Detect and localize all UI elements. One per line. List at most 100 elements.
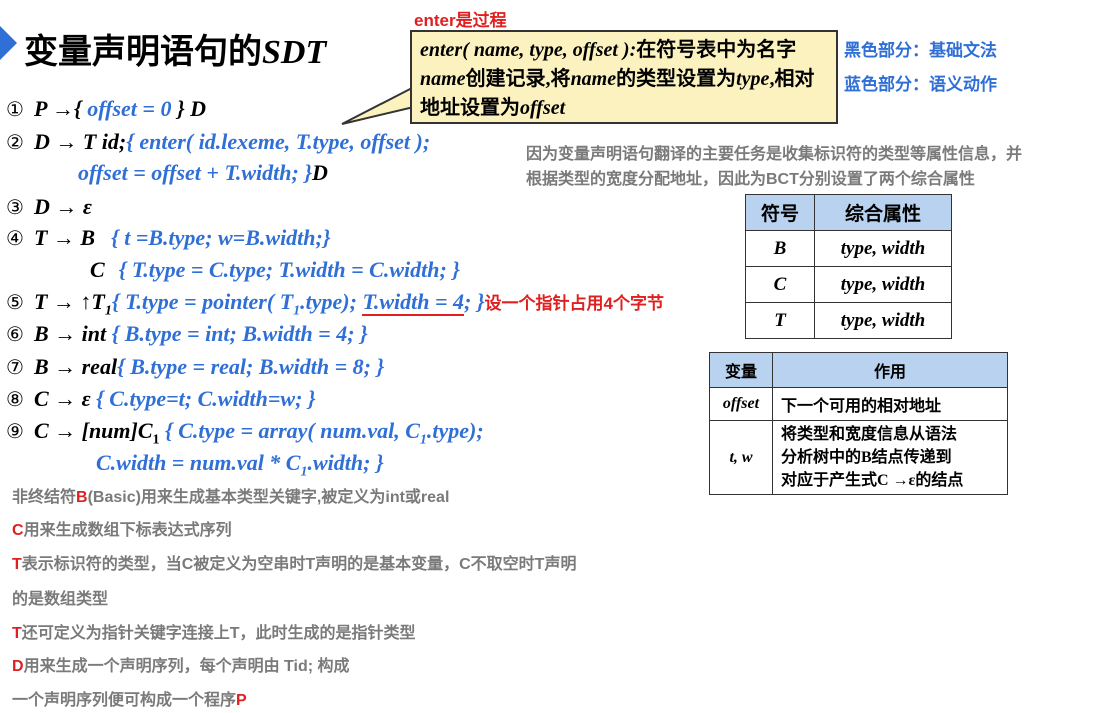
table-row: t, w 将类型和宽度信息从语法 分析树中的B结点传递到 对应于产生式C →ε的…: [709, 420, 1008, 495]
rule-action: offset = offset + T.width; }: [78, 160, 312, 185]
legend-black: 黑色部分：基础文法: [844, 41, 997, 60]
rule-action: offset = 0: [87, 96, 172, 121]
rule-action: .width; }: [307, 450, 384, 475]
table-cell: type, width: [814, 302, 952, 339]
callout-signature: enter( name, type, offset ):: [420, 39, 637, 61]
rule-grammar: C → [num]C: [33, 418, 153, 443]
rule-2-cont: offset = offset + T.width; }D: [78, 158, 328, 188]
table-header: 综合属性: [814, 194, 952, 231]
rule-action: C.width = num.val * C: [96, 450, 301, 475]
rule-grammar: C → ε: [33, 386, 97, 411]
explain-text: 表示标识符的类型，当C被定义为空串时T声明的是基本变量，C不取空时T声明: [21, 556, 577, 573]
explain-t: T表示标识符的类型，当C被定义为空串时T声明的是基本变量，C不取空时T声明: [12, 550, 576, 574]
rule-action: { t =B.type; w=B.width;}: [111, 225, 331, 250]
explain-symbol: T: [12, 625, 22, 642]
rule-action: .type);: [300, 289, 363, 314]
explain-line-1: 因为变量声明语句翻译的主要任务是收集标识符的类型等属性信息，并: [526, 146, 1023, 163]
cell-line: 将类型和宽度信息从语法: [781, 426, 958, 443]
rule-6: ⑥ B → int { B.type = int; B.width = 4; }: [6, 319, 368, 349]
rule-number: ⑨: [6, 419, 24, 443]
rule-grammar: D: [312, 160, 328, 185]
rule-4-cont: C { T.type = C.type; T.width = C.width; }: [90, 255, 460, 285]
rule-7: ⑦ B → real{ B.type = real; B.width = 8; }: [6, 352, 384, 382]
table-cell: T: [745, 302, 815, 339]
explain-symbol: D: [12, 658, 24, 675]
rule-number: ①: [6, 97, 24, 121]
rule-subscript: 1: [104, 303, 112, 319]
callout-text: 在符号表中为名字: [636, 39, 797, 61]
rule-number: ⑧: [6, 387, 24, 411]
rule-action: { enter( id.lexeme, T.type, offset );: [126, 129, 431, 154]
callout-text: 创建记录,将: [465, 68, 571, 90]
table-header: 变量: [709, 352, 773, 388]
table-cell: type, width: [814, 266, 952, 303]
variable-table: 变量 作用 offset 下一个可用的相对地址 t, w 将类型和宽度信息从语法…: [709, 352, 1008, 495]
explain-symbol: P: [236, 692, 247, 709]
callout-text: 的类型设置为: [616, 68, 737, 90]
attribute-table: 符号 综合属性 B type, width C type, width T ty…: [745, 194, 952, 339]
table-cell: t, w: [709, 420, 773, 495]
rule-4: ④ T → B { t =B.type; w=B.width;}: [6, 223, 331, 253]
explain-t-pointer: T还可定义为指针关键字连接上T，此时生成的是指针类型: [12, 619, 416, 643]
rule-number: ②: [6, 130, 24, 154]
title-text: 变量声明语句的: [24, 33, 262, 71]
rule-grammar: T → B: [33, 225, 96, 250]
rule-action: ; }: [464, 289, 485, 314]
legend-blue: 蓝色部分：语义动作: [844, 75, 997, 94]
table-cell: type, width: [814, 230, 952, 267]
explain-b: 非终结符B(Basic)用来生成基本类型关键字,被定义为int或real: [12, 483, 449, 507]
rule-3: ③ D → ε: [6, 192, 92, 222]
explain-c: C用来生成数组下标表达式序列: [12, 516, 232, 540]
rule-subscript: 1: [152, 432, 160, 448]
explain-symbol: C: [12, 522, 24, 539]
rule-2: ② D → T id;{ enter( id.lexeme, T.type, of…: [6, 127, 430, 157]
rule-subscript: 1: [419, 432, 427, 448]
explain-text: 用来生成一个声明序列，每个声明由 Tid; 构成: [23, 658, 350, 675]
explain-d: D用来生成一个声明序列，每个声明由 Tid; 构成: [12, 652, 350, 676]
rule-number: ⑤: [6, 290, 24, 314]
callout-offset: offset: [520, 97, 566, 119]
callout-name: name: [420, 68, 466, 90]
rule-1: ① P →{ offset = 0 } D: [6, 94, 206, 124]
page-title: 变量声明语句的SDT: [24, 24, 326, 73]
callout-type: type: [736, 68, 770, 90]
explain-text: 还可定义为指针关键字连接上T，此时生成的是指针类型: [21, 625, 416, 642]
rule-grammar: T → ↑T: [33, 289, 105, 314]
explain-p: 一个声明序列便可构成一个程序P: [12, 686, 247, 710]
table-row: B type, width: [745, 230, 952, 267]
table-cell: 将类型和宽度信息从语法 分析树中的B结点传递到 对应于产生式C →ε的结点: [772, 420, 1008, 495]
table-header: 符号: [745, 194, 815, 231]
rule-8: ⑧ C → ε { C.type=t; C.width=w; }: [6, 384, 316, 414]
callout-box: enter( name, type, offset ):在符号表中为名字 name…: [410, 30, 838, 124]
title-sdt: SDT: [262, 34, 327, 71]
explain-text: (Basic)用来生成基本类型关键字,被定义为int或real: [87, 489, 450, 506]
rule-action: { C.type=t; C.width=w; }: [96, 386, 316, 411]
rule-action: { B.type = int; B.width = 4; }: [111, 321, 368, 346]
table-cell: B: [745, 230, 815, 267]
rule-action: { C.type = array( num.val, C: [159, 418, 420, 443]
explain-symbol: B: [76, 489, 88, 506]
table-row: offset 下一个可用的相对地址: [709, 387, 1008, 421]
rule-action-highlight: T.width = 4: [362, 289, 465, 316]
rule-grammar: } D: [171, 96, 206, 121]
cell-line: 对应于产生式C →ε的结点: [781, 472, 964, 489]
rule-grammar: D → ε: [33, 194, 92, 219]
rule-number: ⑦: [6, 355, 24, 379]
rule-action: { T.type = pointer( T: [111, 289, 294, 314]
rule-number: ④: [6, 226, 24, 250]
callout-name: name: [570, 68, 617, 90]
table-cell: 下一个可用的相对地址: [772, 387, 1008, 421]
table-row: C type, width: [745, 266, 952, 303]
callout-tail-icon: [341, 86, 420, 125]
rule-grammar: C: [90, 257, 105, 282]
rule-number: ⑥: [6, 322, 24, 346]
title-marker-icon: [0, 26, 17, 60]
enter-note: enter是过程: [414, 11, 507, 30]
cell-line: 分析树中的B结点传递到: [781, 449, 952, 466]
rule-9-cont: C.width = num.val * C1.width; }: [96, 448, 384, 487]
table-cell: C: [745, 266, 815, 303]
explain-symbol: T: [12, 556, 22, 573]
rule-grammar: B → real: [33, 354, 118, 379]
pointer-note: 设一个指针占用4个字节: [484, 294, 664, 313]
explain-text: 非终结符: [12, 489, 77, 506]
